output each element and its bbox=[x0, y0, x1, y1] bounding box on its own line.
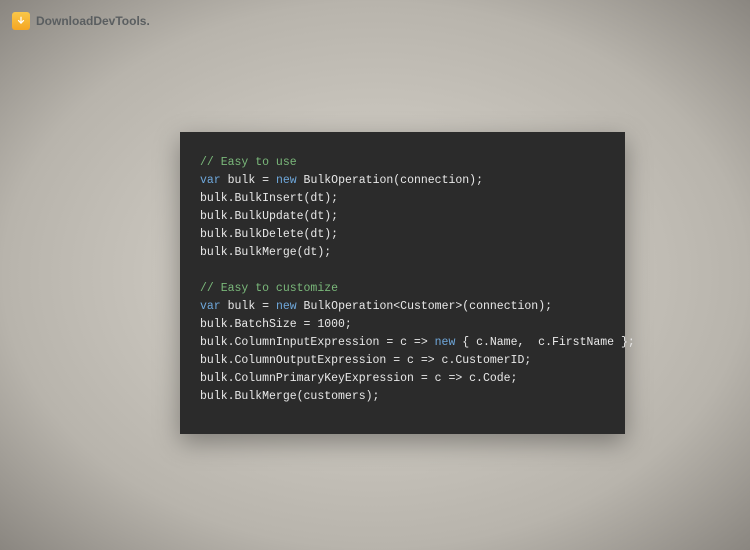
code-token: BulkOperation<Customer>(connection); bbox=[297, 300, 552, 313]
code-token: new bbox=[276, 174, 297, 187]
code-line: bulk.BatchSize = 1000; bbox=[200, 316, 605, 334]
code-token: BulkOperation(connection); bbox=[297, 174, 483, 187]
code-blank-line bbox=[200, 262, 605, 280]
code-token: // Easy to use bbox=[200, 156, 297, 169]
code-token: bulk.BulkInsert(dt); bbox=[200, 192, 338, 205]
code-token: bulk = bbox=[221, 300, 276, 313]
code-token: bulk.BulkMerge(dt); bbox=[200, 246, 331, 259]
code-token: bulk.ColumnOutputExpression = c => c.Cus… bbox=[200, 354, 531, 367]
download-arrow-icon bbox=[12, 12, 30, 30]
code-token: bulk.ColumnPrimaryKeyExpression = c => c… bbox=[200, 372, 517, 385]
code-token: var bbox=[200, 174, 221, 187]
code-token: bulk.BulkUpdate(dt); bbox=[200, 210, 338, 223]
code-body: // Easy to use var bulk = new BulkOperati… bbox=[200, 154, 605, 406]
code-line: var bulk = new BulkOperation(connection)… bbox=[200, 172, 605, 190]
code-token: new bbox=[276, 300, 297, 313]
code-token: bulk.BulkDelete(dt); bbox=[200, 228, 338, 241]
code-token: // Easy to customize bbox=[200, 282, 338, 295]
code-line: bulk.BulkMerge(dt); bbox=[200, 244, 605, 262]
code-token: { c.Name, c.FirstName }; bbox=[455, 336, 634, 349]
code-token: bulk = bbox=[221, 174, 276, 187]
code-token: bulk.ColumnInputExpression = c => bbox=[200, 336, 435, 349]
code-token: new bbox=[435, 336, 456, 349]
code-token: bulk.BatchSize = 1000; bbox=[200, 318, 352, 331]
code-line: bulk.BulkMerge(customers); bbox=[200, 388, 605, 406]
code-line: bulk.BulkDelete(dt); bbox=[200, 226, 605, 244]
code-token: var bbox=[200, 300, 221, 313]
brand[interactable]: DownloadDevTools. bbox=[12, 12, 150, 30]
code-line: bulk.ColumnPrimaryKeyExpression = c => c… bbox=[200, 370, 605, 388]
brand-text: DownloadDevTools. bbox=[36, 14, 150, 28]
code-line: // Easy to customize bbox=[200, 280, 605, 298]
code-line: bulk.ColumnOutputExpression = c => c.Cus… bbox=[200, 352, 605, 370]
code-line: bulk.BulkInsert(dt); bbox=[200, 190, 605, 208]
code-snippet-panel: // Easy to use var bulk = new BulkOperati… bbox=[180, 132, 625, 434]
code-line: // Easy to use bbox=[200, 154, 605, 172]
code-line: bulk.ColumnInputExpression = c => new { … bbox=[200, 334, 605, 352]
code-line: bulk.BulkUpdate(dt); bbox=[200, 208, 605, 226]
code-token: bulk.BulkMerge(customers); bbox=[200, 390, 379, 403]
code-line: var bulk = new BulkOperation<Customer>(c… bbox=[200, 298, 605, 316]
